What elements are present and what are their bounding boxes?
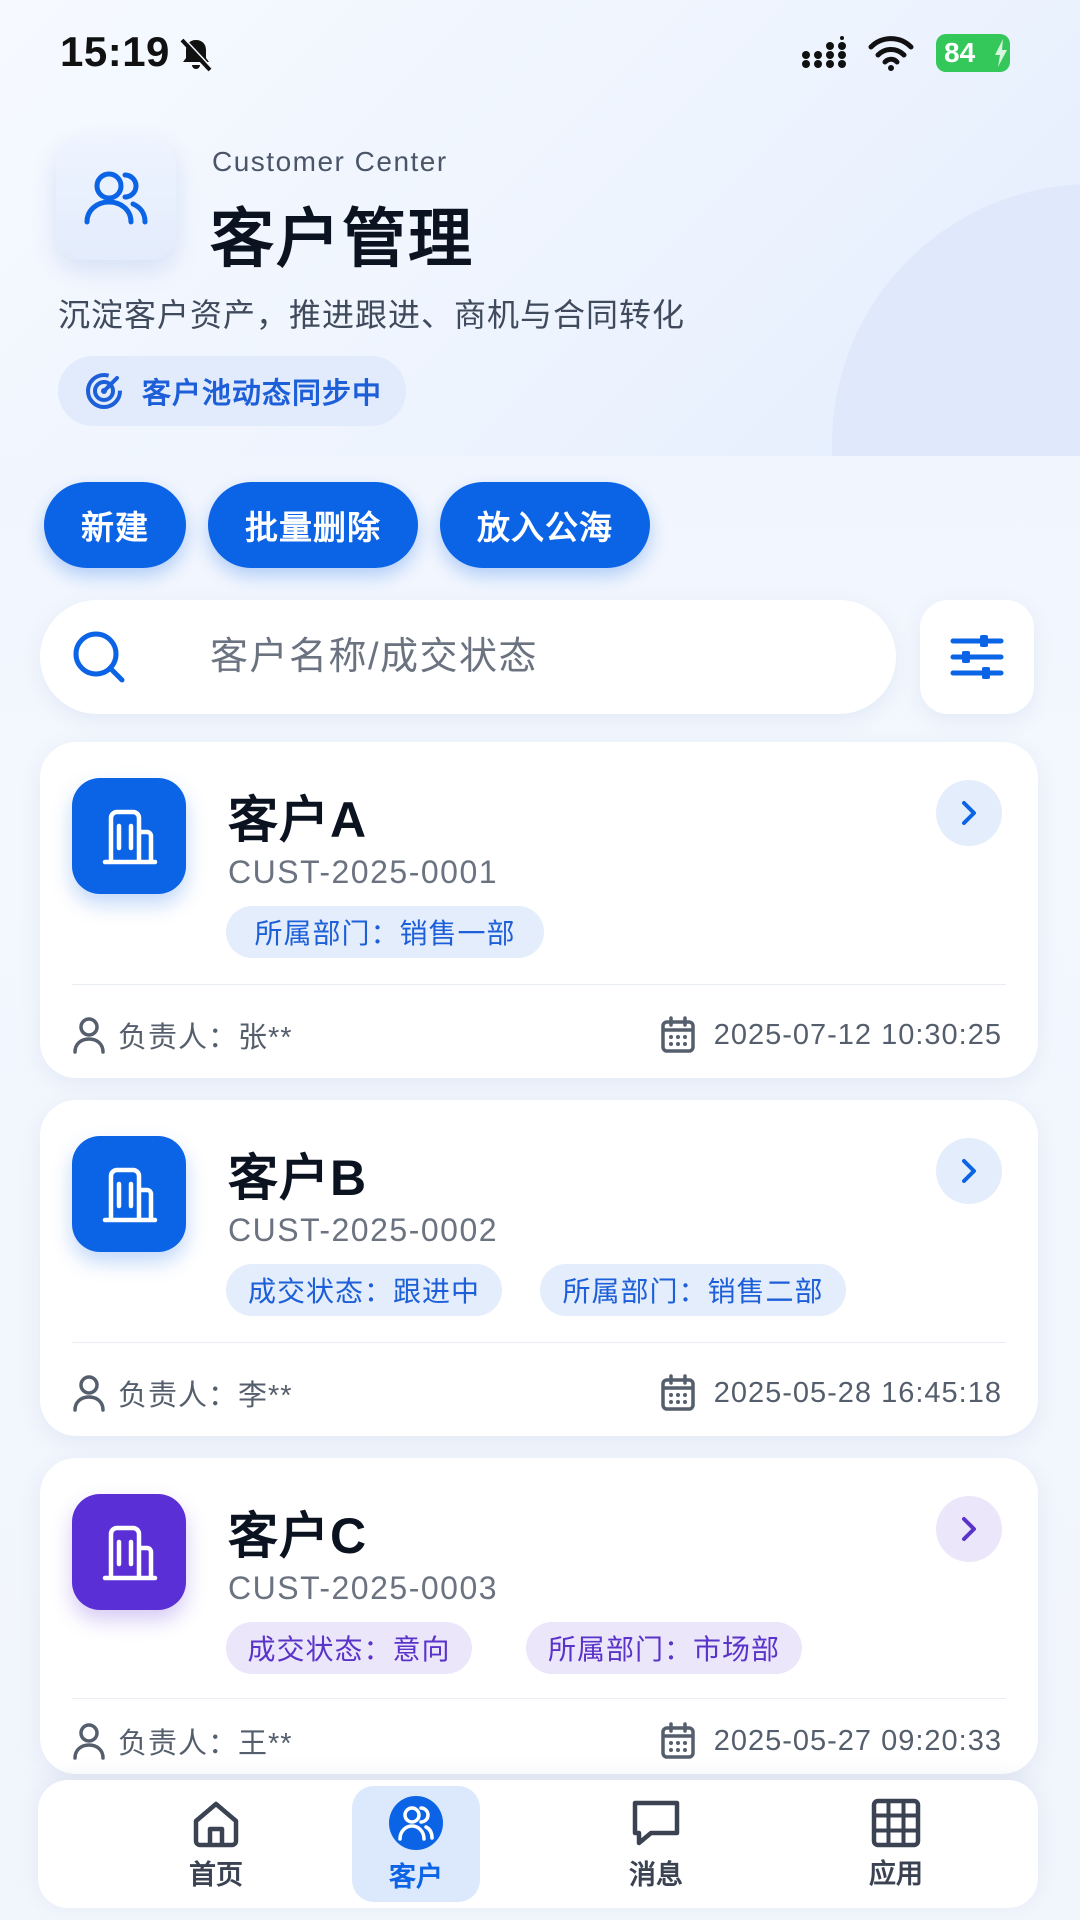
- owner-label: 负责人：王**: [118, 1728, 293, 1760]
- card-divider: [72, 1698, 1006, 1699]
- owner-label: 负责人：李**: [118, 1380, 293, 1412]
- customer-avatar: [72, 1136, 186, 1252]
- department-tag: 所属部门：销售二部: [540, 1264, 846, 1316]
- customer-code: CUST-2025-0003: [228, 1570, 499, 1606]
- home-icon: [193, 1801, 239, 1847]
- date-info: 2025-05-28 16:45:18: [660, 1370, 1002, 1416]
- calendar-icon: [660, 1374, 695, 1411]
- person-icon: [73, 1375, 105, 1412]
- nav-item-home[interactable]: 首页: [152, 1786, 280, 1902]
- radar-icon: [86, 373, 122, 409]
- calendar-icon: [660, 1016, 695, 1053]
- sync-status-badge: 客户池动态同步中: [58, 356, 406, 426]
- customers-icon: [389, 1795, 443, 1850]
- customer-card[interactable]: 客户A CUST-2025-0001 所属部门：销售一部 负责人：张** 202…: [40, 742, 1038, 1078]
- bottom-nav: 首页 客户 消息 应用: [38, 1780, 1038, 1908]
- chevron-right-icon: [962, 1159, 976, 1183]
- sliders-icon: [950, 635, 1004, 679]
- nav-label: 应用: [869, 1858, 923, 1889]
- nav-label: 客户: [389, 1861, 443, 1892]
- decorative-circle: [832, 184, 1080, 456]
- nav-item-messages[interactable]: 消息: [592, 1786, 720, 1902]
- charging-bolt-icon: [995, 39, 1007, 67]
- building-icon: [102, 809, 158, 865]
- page-subtitle: Customer Center: [212, 146, 448, 177]
- open-customer-button[interactable]: [936, 1138, 1002, 1204]
- deal-status-tag: 成交状态：意向: [226, 1622, 472, 1674]
- status-time: 15:19: [60, 28, 170, 75]
- search-bar: [40, 600, 896, 714]
- customer-center-logo: [56, 138, 176, 260]
- customer-name: 客户A: [228, 792, 368, 848]
- customer-avatar: [72, 1494, 186, 1610]
- calendar-icon: [660, 1722, 695, 1759]
- owner-info: 负责人：张**: [72, 1012, 293, 1058]
- customer-name: 客户C: [228, 1508, 368, 1564]
- nav-item-customers[interactable]: 客户: [352, 1786, 480, 1902]
- filter-button[interactable]: [920, 600, 1034, 714]
- search-icon: [73, 631, 125, 683]
- grid-icon: [871, 1798, 921, 1847]
- department-tag: 所属部门：销售一部: [226, 906, 544, 958]
- card-divider: [72, 1342, 1006, 1343]
- date-info: 2025-07-12 10:30:25: [660, 1012, 1002, 1058]
- users-icon: [84, 171, 148, 225]
- nav-item-apps[interactable]: 应用: [832, 1786, 960, 1902]
- page-description: 沉淀客户资产，推进跟进、商机与合同转化: [58, 297, 686, 333]
- owner-label: 负责人：张**: [118, 1022, 293, 1054]
- owner-info: 负责人：李**: [72, 1370, 293, 1416]
- building-icon: [102, 1525, 158, 1581]
- wifi-icon: [868, 36, 914, 71]
- customer-code: CUST-2025-0002: [228, 1212, 499, 1248]
- new-customer-button[interactable]: 新建: [44, 482, 186, 568]
- card-divider: [72, 984, 1006, 985]
- deal-status-tag: 成交状态：跟进中: [226, 1264, 502, 1316]
- department-tag: 所属部门：市场部: [526, 1622, 802, 1674]
- move-to-public-pool-button[interactable]: 放入公海: [440, 482, 650, 568]
- customer-card[interactable]: 客户C CUST-2025-0003 成交状态：意向 所属部门：市场部 负责人：…: [40, 1458, 1038, 1774]
- battery-level: 84: [944, 37, 976, 68]
- building-icon: [102, 1167, 158, 1223]
- customer-card[interactable]: 客户B CUST-2025-0002 成交状态：跟进中 所属部门：销售二部 负责…: [40, 1100, 1038, 1436]
- cellular-signal-icon: [802, 36, 846, 68]
- page-title: 客户管理: [210, 203, 474, 275]
- bell-muted-icon: [180, 37, 213, 72]
- update-time: 2025-05-28 16:45:18: [713, 1376, 1002, 1409]
- open-customer-button[interactable]: [936, 1496, 1002, 1562]
- customer-code: CUST-2025-0001: [228, 854, 499, 890]
- nav-label: 首页: [189, 1859, 243, 1890]
- battery-indicator: 84: [936, 34, 1010, 72]
- person-icon: [73, 1017, 105, 1054]
- person-icon: [73, 1723, 105, 1760]
- owner-info: 负责人：王**: [72, 1718, 293, 1764]
- open-customer-button[interactable]: [936, 780, 1002, 846]
- sync-status-label: 客户池动态同步中: [142, 378, 383, 410]
- date-info: 2025-05-27 09:20:33: [660, 1718, 1002, 1764]
- chevron-right-icon: [962, 1517, 976, 1541]
- status-bar: 15:19 84: [0, 0, 1080, 106]
- update-time: 2025-05-27 09:20:33: [713, 1724, 1002, 1757]
- chevron-right-icon: [962, 801, 976, 825]
- message-icon: [632, 1800, 680, 1845]
- batch-delete-button[interactable]: 批量删除: [208, 482, 418, 568]
- customer-name: 客户B: [228, 1150, 368, 1206]
- search-input[interactable]: [210, 628, 850, 686]
- update-time: 2025-07-12 10:30:25: [713, 1018, 1002, 1051]
- customer-avatar: [72, 778, 186, 894]
- nav-label: 消息: [629, 1859, 683, 1890]
